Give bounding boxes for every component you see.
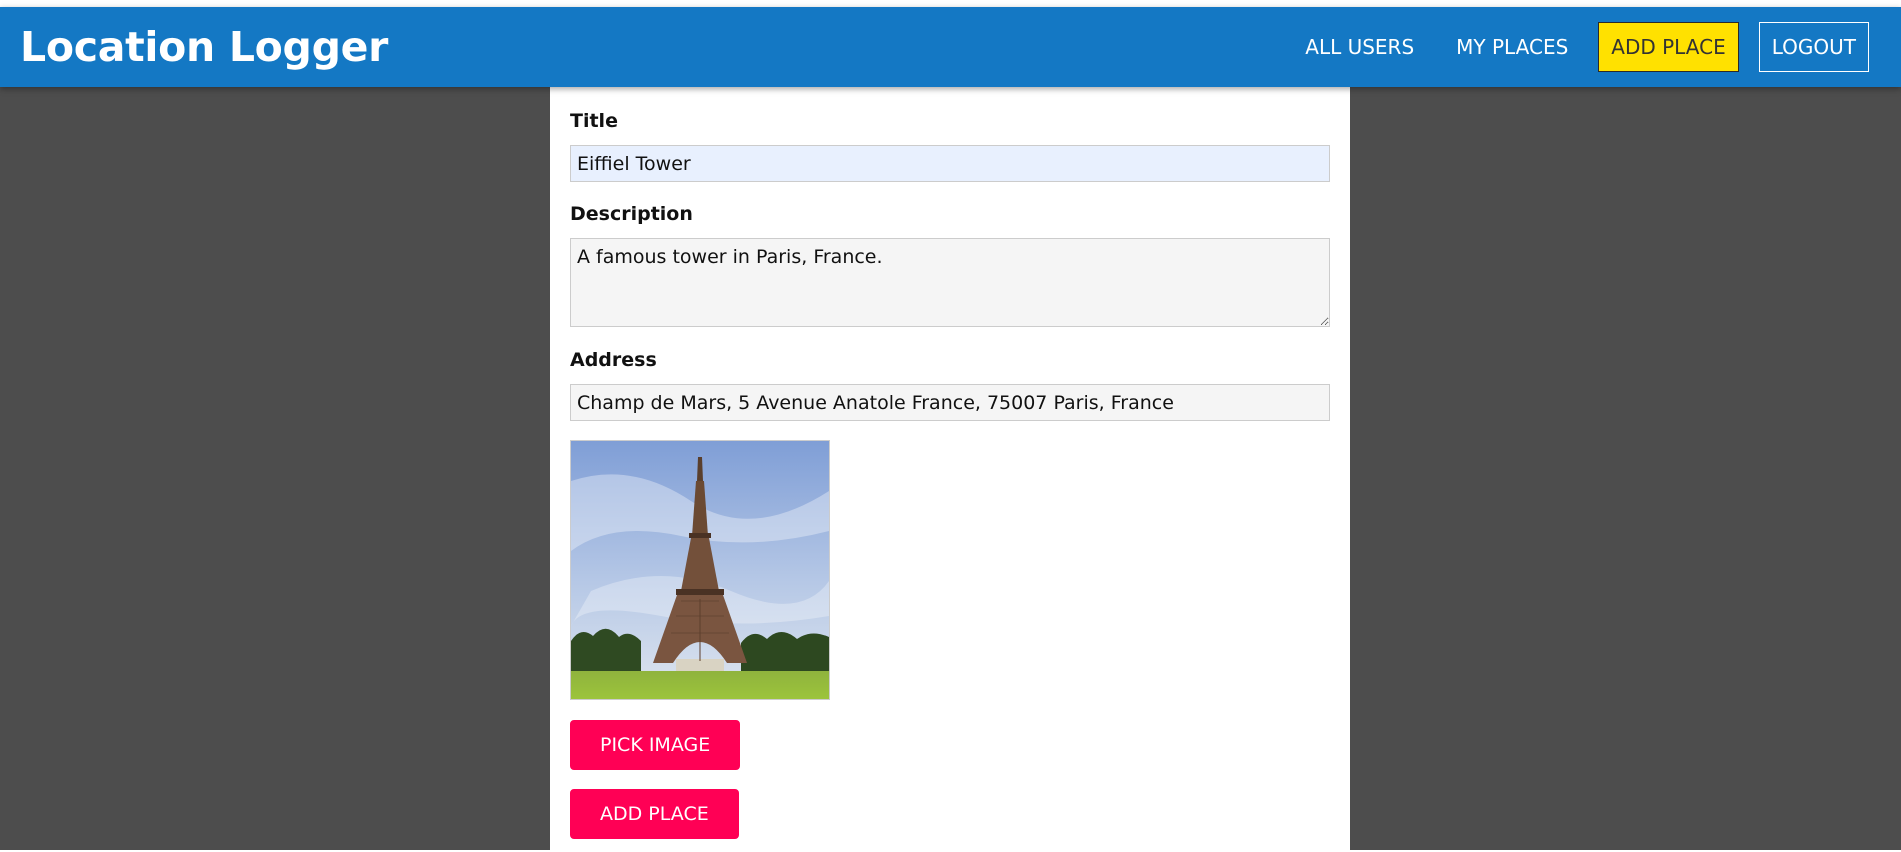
eiffel-tower-image (571, 441, 829, 699)
add-place-submit-button[interactable]: ADD PLACE (570, 789, 739, 839)
page: Location Logger ALL USERS MY PLACES ADD … (0, 0, 1901, 852)
nav-add-place[interactable]: ADD PLACE (1598, 22, 1739, 72)
pick-image-button[interactable]: PICK IMAGE (570, 720, 741, 770)
nav-my-places[interactable]: MY PLACES (1444, 22, 1580, 72)
address-label: Address (570, 349, 657, 371)
main-navigation: ALL USERS MY PLACES ADD PLACE LOGOUT (1275, 22, 1869, 72)
image-preview (570, 440, 830, 700)
nav-all-users[interactable]: ALL USERS (1293, 22, 1426, 72)
address-input[interactable] (570, 384, 1330, 421)
title-input[interactable] (570, 145, 1330, 182)
main-header: Location Logger ALL USERS MY PLACES ADD … (0, 7, 1901, 87)
title-label: Title (570, 110, 618, 132)
description-label: Description (570, 203, 693, 225)
app-title[interactable]: Location Logger (20, 23, 388, 71)
description-textarea[interactable]: A famous tower in Paris, France. (570, 238, 1330, 327)
top-strip (0, 0, 1901, 7)
new-place-form: Title Description A famous tower in Pari… (550, 87, 1350, 850)
logout-button[interactable]: LOGOUT (1758, 22, 1869, 72)
